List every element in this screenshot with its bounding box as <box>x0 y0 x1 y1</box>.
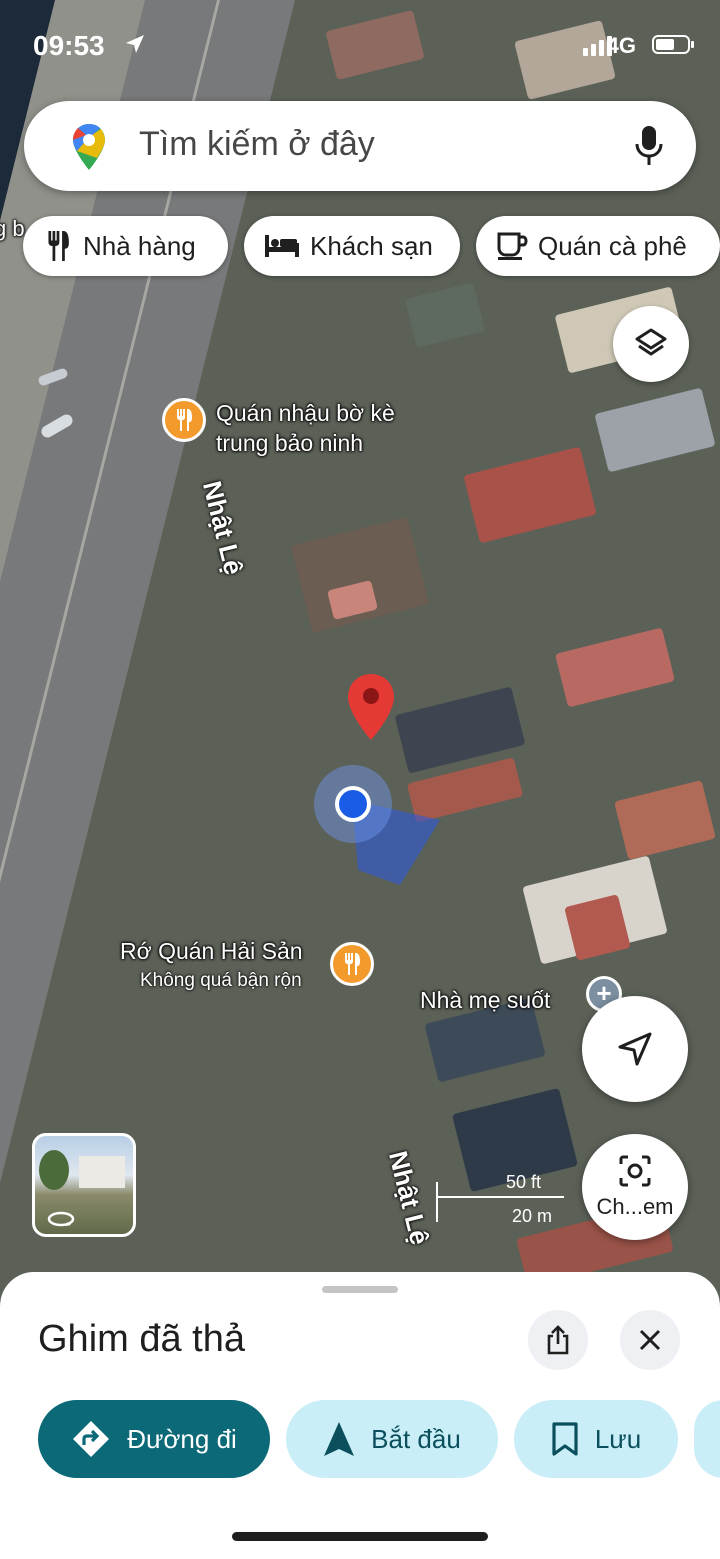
chip-label: Khách sạn <box>310 230 433 261</box>
poi-name: Quán nhậu bờ kè <box>216 400 395 426</box>
chip-hotels[interactable]: Khách sạn <box>244 216 460 276</box>
poi-name-line2: trung bảo ninh <box>216 430 364 456</box>
scale-feet: 50 ft <box>506 1172 542 1192</box>
chip-restaurants[interactable]: Nhà hàng <box>23 216 228 276</box>
satellite-map[interactable]: g b Quán nhậu bờ kè trung bảo ninh Nhật … <box>0 0 720 1300</box>
coffee-icon <box>497 232 528 260</box>
share-button[interactable] <box>528 1310 588 1370</box>
chip-cafes[interactable]: Quán cà phê <box>476 216 720 276</box>
poi-quan-nhau[interactable]: Quán nhậu bờ kè trung bảo ninh <box>162 398 395 458</box>
microphone-icon[interactable] <box>634 125 664 167</box>
rotate-360-icon <box>47 1211 75 1227</box>
restaurant-icon <box>330 942 374 986</box>
home-indicator <box>232 1532 488 1541</box>
close-icon <box>639 1329 661 1351</box>
scale-bar <box>436 1196 564 1198</box>
current-location-marker <box>314 765 392 843</box>
location-services-icon <box>126 35 144 53</box>
chip-label: Nhà hàng <box>83 230 196 261</box>
scale-tick <box>436 1182 438 1222</box>
start-label: Bắt đầu <box>371 1423 461 1454</box>
battery-icon <box>652 35 694 54</box>
poi-name: Rớ Quán Hải Sản <box>120 938 303 964</box>
restaurant-icon <box>48 231 69 261</box>
chip-label: Quán cà phê <box>538 230 687 261</box>
close-button[interactable] <box>620 1310 680 1370</box>
navigation-start-icon <box>324 1422 355 1456</box>
thumb-tree <box>39 1150 69 1190</box>
google-maps-logo-icon <box>73 124 105 170</box>
action-buttons-row: Đường đi Bắt đầu Lưu <box>0 1400 720 1478</box>
category-chips: Nhà hàng Khách sạn Quán cà phê <box>0 216 720 276</box>
current-location-dot <box>335 786 371 822</box>
more-actions-button[interactable] <box>694 1400 720 1478</box>
my-location-button[interactable] <box>582 996 688 1102</box>
save-label: Lưu <box>594 1423 642 1454</box>
thumb-house <box>79 1156 125 1188</box>
lens-search-button[interactable]: Ch...em <box>582 1134 688 1240</box>
directions-icon <box>73 1421 110 1457</box>
layers-button[interactable] <box>613 306 689 382</box>
poi-nha-me-suot[interactable]: Nhà mẹ suốt <box>420 985 550 1015</box>
lens-label: Ch...em <box>596 1194 674 1219</box>
dropped-pin-icon[interactable] <box>345 672 397 742</box>
camera-lens-icon <box>619 1155 651 1187</box>
layers-icon <box>635 328 667 356</box>
scale-meters: 20 m <box>512 1206 553 1226</box>
bookmark-icon <box>552 1422 578 1456</box>
status-bar: 09:53 4G <box>0 0 720 90</box>
sheet-drag-handle[interactable] <box>322 1286 398 1293</box>
start-button[interactable]: Bắt đầu <box>286 1400 498 1478</box>
restaurant-icon <box>162 398 206 442</box>
directions-button[interactable]: Đường đi <box>38 1400 270 1478</box>
save-button[interactable]: Lưu <box>514 1400 678 1478</box>
directions-label: Đường đi <box>127 1423 237 1454</box>
network-type: 4G <box>606 33 636 58</box>
sheet-title: Ghim đã thả <box>38 1318 245 1360</box>
share-icon <box>547 1325 569 1355</box>
navigation-arrow-icon <box>618 1032 652 1066</box>
search-placeholder[interactable]: Tìm kiếm ở đây <box>139 125 375 164</box>
search-bar[interactable]: Tìm kiếm ở đây <box>24 101 696 191</box>
status-time: 09:53 <box>33 30 105 61</box>
poi-ro-quan-hai-san[interactable]: Rớ Quán Hải Sản Không quá bận rộn <box>100 936 400 996</box>
place-bottom-sheet: Ghim đã thả Đường đi Bắt đầu Lưu <box>0 1272 720 1559</box>
hotel-icon <box>265 235 299 257</box>
poi-busyness: Không quá bận rộn <box>140 970 302 991</box>
street-view-thumbnail[interactable] <box>32 1133 136 1237</box>
